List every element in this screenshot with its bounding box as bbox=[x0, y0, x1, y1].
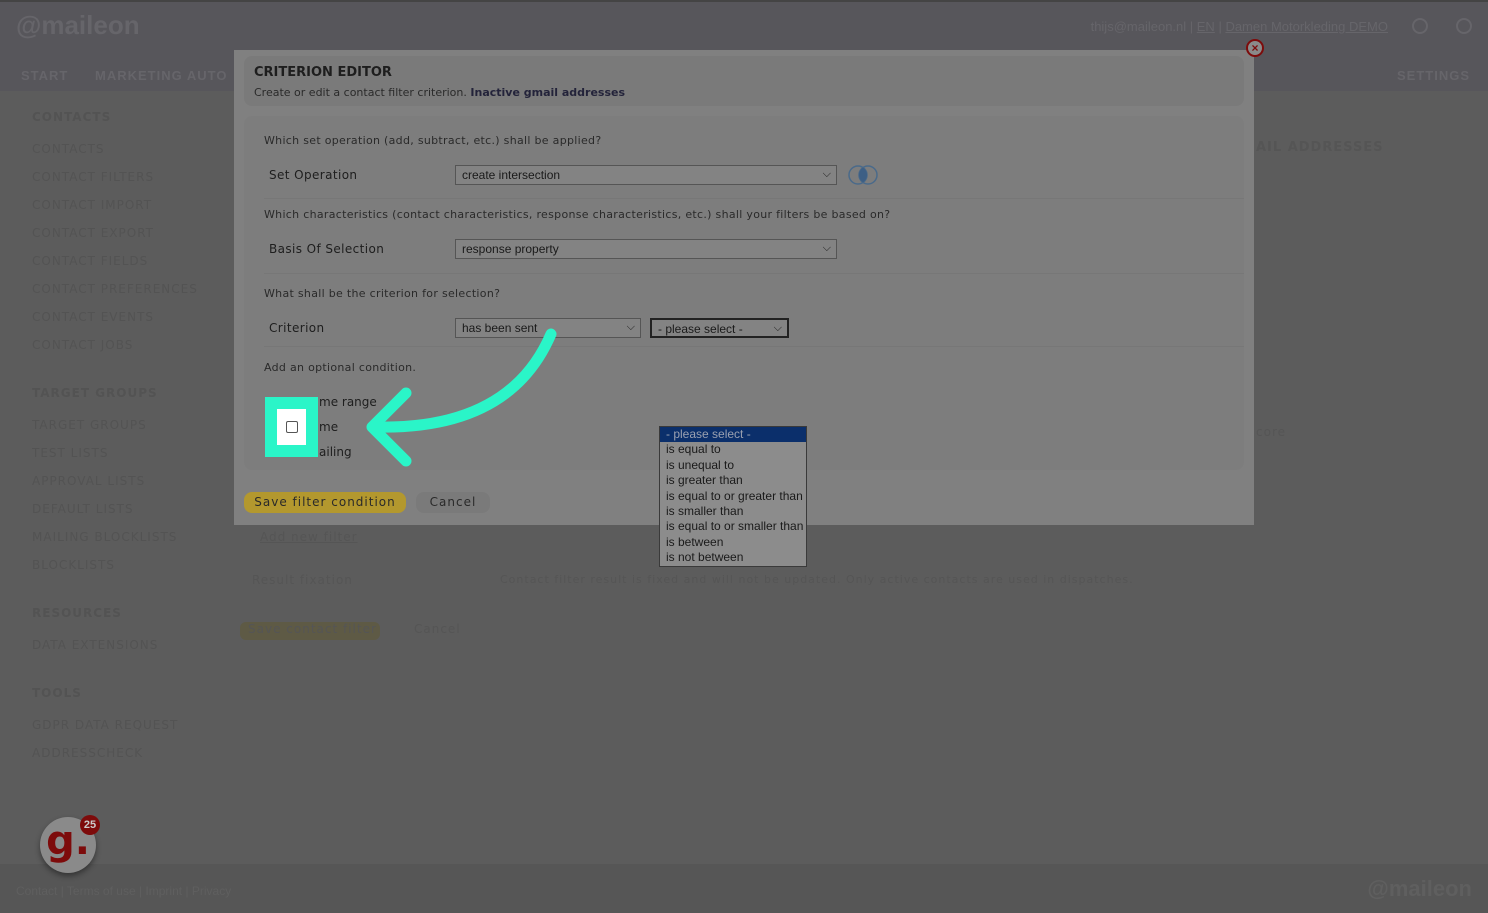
dropdown-option[interactable]: is equal to or smaller than bbox=[660, 519, 806, 534]
save-filter-condition-button[interactable]: Save filter condition bbox=[244, 492, 406, 513]
page-title: AIL ADDRESSES bbox=[1256, 140, 1384, 155]
sidebar-item[interactable]: MAILING BLOCKLISTS bbox=[32, 530, 212, 558]
result-fixation-text[interactable]: Contact filter result is fixed and will … bbox=[500, 573, 1134, 586]
condition-time[interactable]: me bbox=[319, 420, 338, 434]
language-link[interactable]: EN bbox=[1197, 19, 1215, 34]
nav-start[interactable]: START bbox=[21, 68, 68, 83]
sidebar-item[interactable]: TEST LISTS bbox=[32, 446, 212, 474]
cancel-button[interactable]: Cancel bbox=[416, 492, 490, 513]
notification-count: 25 bbox=[80, 815, 100, 835]
footer-logo: @maileon bbox=[1367, 876, 1472, 901]
set-operation-question: Which set operation (add, subtract, etc.… bbox=[264, 134, 602, 147]
dropdown-option[interactable]: is greater than bbox=[660, 473, 806, 488]
dropdown-option[interactable]: is between bbox=[660, 535, 806, 550]
basis-select[interactable]: response property ⌵ bbox=[455, 239, 837, 259]
save-contact-filter-button[interactable]: Save contact filter bbox=[240, 622, 380, 640]
sidebar-item[interactable]: GDPR DATA REQUEST bbox=[32, 718, 212, 746]
chevron-down-icon: ⌵ bbox=[822, 242, 831, 254]
chevron-down-icon: ⌵ bbox=[626, 321, 635, 333]
sidebar-section-title: TOOLS bbox=[32, 686, 82, 700]
sidebar-item[interactable]: CONTACTS bbox=[32, 142, 212, 170]
sidebar-item[interactable]: CONTACT FIELDS bbox=[32, 254, 212, 282]
add-filter-link[interactable]: Add new filter bbox=[260, 530, 358, 544]
sidebar-item[interactable]: DATA EXTENSIONS bbox=[32, 638, 212, 666]
chevron-down-icon: ⌵ bbox=[822, 168, 831, 180]
info-icon[interactable] bbox=[1412, 18, 1428, 34]
modal-subtitle: Create or edit a contact filter criterio… bbox=[254, 86, 626, 99]
sidebar-item[interactable]: CONTACT EVENTS bbox=[32, 310, 212, 338]
sidebar-section-title: TARGET GROUPS bbox=[32, 386, 158, 400]
criterion-label: Criterion bbox=[269, 321, 325, 335]
cancel-contact-filter-button[interactable]: Cancel bbox=[414, 622, 461, 636]
dropdown-option[interactable]: is equal to bbox=[660, 442, 806, 457]
filter-name: Inactive gmail addresses bbox=[470, 86, 626, 99]
power-icon[interactable] bbox=[1456, 18, 1472, 34]
maileon-logo[interactable]: @maileon bbox=[16, 10, 140, 41]
operator-select[interactable]: - please select - ⌵ bbox=[650, 318, 789, 338]
result-fixation-label: Result fixation bbox=[252, 573, 353, 587]
condition-time-range[interactable]: me range bbox=[319, 395, 377, 409]
sidebar-item[interactable]: DEFAULT LISTS bbox=[32, 502, 212, 530]
score-label: core bbox=[1256, 425, 1286, 439]
g-widget-button[interactable]: g. 25 bbox=[40, 815, 100, 873]
condition-checkbox[interactable] bbox=[286, 421, 298, 433]
sidebar-item[interactable]: CONTACT IMPORT bbox=[32, 198, 212, 226]
modal-title: CRITERION EDITOR bbox=[254, 65, 392, 80]
user-email: thijs@maileon.nl bbox=[1090, 19, 1187, 34]
dropdown-option[interactable]: is equal to or greater than bbox=[660, 489, 806, 504]
footer: Contact | Terms of use | Imprint | Priva… bbox=[0, 864, 1488, 913]
criterion-select[interactable]: has been sent ⌵ bbox=[455, 318, 641, 338]
optional-condition-question: Add an optional condition. bbox=[264, 361, 417, 374]
modal-body: Which set operation (add, subtract, etc.… bbox=[244, 116, 1244, 470]
user-bar: thijs@maileon.nl | EN | Damen Motorkledi… bbox=[1090, 19, 1388, 34]
chevron-down-icon: ⌵ bbox=[773, 322, 782, 334]
account-link[interactable]: Damen Motorkleding DEMO bbox=[1225, 19, 1388, 34]
close-icon[interactable]: × bbox=[1246, 39, 1264, 57]
sidebar-item[interactable]: CONTACT FILTERS bbox=[32, 170, 212, 198]
sidebar-item[interactable]: CONTACT JOBS bbox=[32, 338, 212, 366]
sidebar-section-title: RESOURCES bbox=[32, 606, 122, 620]
nav-settings[interactable]: SETTINGS bbox=[1397, 68, 1470, 83]
operator-dropdown-list: - please select - is equal to is unequal… bbox=[659, 426, 807, 567]
sidebar-item[interactable]: BLOCKLISTS bbox=[32, 558, 212, 586]
sidebar-section-title: CONTACTS bbox=[32, 110, 112, 124]
condition-mailing[interactable]: ailing bbox=[319, 445, 352, 459]
sidebar-item[interactable]: TARGET GROUPS bbox=[32, 418, 212, 446]
dropdown-option[interactable]: is not between bbox=[660, 550, 806, 565]
sidebar-item[interactable]: CONTACT EXPORT bbox=[32, 226, 212, 254]
set-operation-label: Set Operation bbox=[269, 168, 358, 182]
sidebar-item[interactable]: ADDRESSCHECK bbox=[32, 746, 212, 774]
set-operation-select[interactable]: create intersection ⌵ bbox=[455, 165, 837, 185]
modal-header: CRITERION EDITOR Create or edit a contac… bbox=[244, 56, 1244, 106]
footer-links[interactable]: Contact | Terms of use | Imprint | Priva… bbox=[16, 884, 231, 898]
basis-question: Which characteristics (contact character… bbox=[264, 208, 891, 221]
sidebar: CONTACTS CONTACTS CONTACT FILTERS CONTAC… bbox=[32, 110, 212, 774]
criterion-question: What shall be the criterion for selectio… bbox=[264, 287, 501, 300]
intersection-icon bbox=[848, 165, 878, 185]
dropdown-option[interactable]: is smaller than bbox=[660, 504, 806, 519]
dropdown-option[interactable]: is unequal to bbox=[660, 458, 806, 473]
dropdown-option[interactable]: - please select - bbox=[660, 427, 806, 443]
sidebar-item[interactable]: CONTACT PREFERENCES bbox=[32, 282, 212, 310]
sidebar-item[interactable]: APPROVAL LISTS bbox=[32, 474, 212, 502]
nav-marketing-automation[interactable]: MARKETING AUTO bbox=[95, 68, 227, 83]
basis-label: Basis Of Selection bbox=[269, 242, 385, 256]
